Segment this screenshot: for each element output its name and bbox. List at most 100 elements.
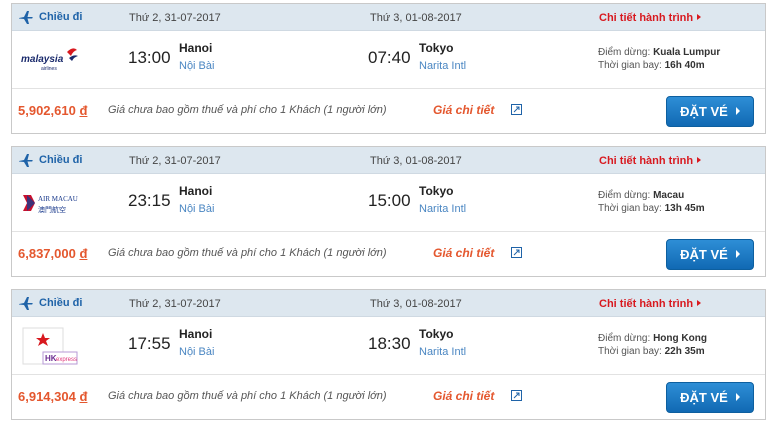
direction-label: Chiều đi (39, 154, 83, 166)
caret-right-icon (697, 300, 702, 306)
direction-label: Chiều đi (39, 297, 83, 309)
arrive-time: 07:40 (368, 48, 411, 67)
itinerary-detail-label: Chi tiết hành trình (599, 12, 694, 24)
duration-info: Thời gian bay: 16h 40m (598, 60, 705, 71)
flight-result-card: Chiều đi Thứ 2, 31-07-2017 Thứ 3, 01-08-… (11, 146, 766, 277)
price-note: Giá chưa bao gồm thuế và phí cho 1 Khách… (108, 390, 387, 402)
currency: đ (79, 389, 88, 404)
depart-airport: Nội Bài (179, 203, 215, 215)
card-header: Chiều đi Thứ 2, 31-07-2017 Thứ 3, 01-08-… (12, 290, 765, 317)
currency: đ (79, 103, 88, 118)
itinerary-detail-label: Chi tiết hành trình (599, 298, 694, 310)
external-link-icon[interactable] (511, 104, 522, 115)
depart-date: Thứ 2, 31-07-2017 (129, 155, 221, 167)
duration-value: 13h 45m (664, 203, 705, 214)
price-detail-link[interactable]: Giá chi tiết (433, 103, 494, 117)
arrive-airport: Narita Intl (419, 203, 467, 215)
depart-city: Hanoi (179, 327, 213, 341)
arrive-date: Thứ 3, 01-08-2017 (370, 155, 462, 167)
price-row: 6,914,304 đ Giá chưa bao gồm thuế và phí… (12, 375, 765, 418)
book-button-label: ĐẶT VÉ (680, 390, 728, 405)
duration-label: Thời gian bay: (598, 60, 662, 71)
flight-info: AIR MACAU 澳門航空 23:15 Hanoi Nội Bài 15:00… (12, 174, 765, 232)
air-macau-logo: AIR MACAU 澳門航空 (23, 195, 78, 214)
itinerary-detail-link[interactable]: Chi tiết hành trình (599, 155, 702, 167)
depart-time: 17:55 (128, 334, 171, 353)
duration-info: Thời gian bay: 22h 35m (598, 346, 705, 357)
book-button[interactable]: ĐẶT VÉ (666, 96, 754, 127)
depart-time: 13:00 (128, 48, 171, 67)
stopover-info: Điểm dừng: Kuala Lumpur (598, 47, 720, 58)
logo-text: HK (45, 354, 57, 363)
depart-airport: Nội Bài (179, 60, 215, 72)
logo-text: malaysia (21, 54, 64, 65)
price-amount: 5,902,610 (18, 103, 76, 118)
price-amount: 6,914,304 (18, 389, 76, 404)
direction-label: Chiều đi (39, 11, 83, 23)
arrive-airport: Narita Intl (419, 346, 467, 358)
price-row: 6,837,000 đ Giá chưa bao gồm thuế và phí… (12, 232, 765, 275)
price: 6,914,304 đ (18, 389, 87, 404)
stopover-value: Kuala Lumpur (653, 47, 721, 58)
book-button[interactable]: ĐẶT VÉ (666, 382, 754, 413)
caret-right-icon (735, 107, 740, 115)
arrive-airport: Narita Intl (419, 60, 467, 72)
plane-icon (19, 11, 33, 24)
itinerary-detail-link[interactable]: Chi tiết hành trình (599, 298, 702, 310)
arrive-city: Tokyo (419, 327, 454, 341)
stopover-label: Điểm dừng: (598, 47, 651, 58)
duration-value: 16h 40m (664, 60, 705, 71)
arrive-time: 18:30 (368, 334, 411, 353)
depart-city: Hanoi (179, 41, 213, 55)
external-link-icon[interactable] (511, 247, 522, 258)
depart-date: Thứ 2, 31-07-2017 (129, 298, 221, 310)
stopover-label: Điểm dừng: (598, 190, 651, 201)
stopover-value: Macau (653, 190, 685, 201)
caret-right-icon (735, 250, 740, 258)
caret-right-icon (697, 14, 702, 20)
plane-icon (19, 154, 33, 167)
price-detail-link[interactable]: Giá chi tiết (433, 389, 494, 403)
logo-subtext: express (56, 357, 77, 363)
flight-result-card: Chiều đi Thứ 2, 31-07-2017 Thứ 3, 01-08-… (11, 3, 766, 134)
flight-result-card: Chiều đi Thứ 2, 31-07-2017 Thứ 3, 01-08-… (11, 289, 766, 420)
arrive-city: Tokyo (419, 41, 454, 55)
depart-city: Hanoi (179, 184, 213, 198)
logo-subtext: 澳門航空 (38, 205, 66, 214)
book-button[interactable]: ĐẶT VÉ (666, 239, 754, 270)
malaysia-airlines-logo: malaysia airlines (21, 48, 78, 72)
duration-label: Thời gian bay: (598, 203, 662, 214)
stopover-label: Điểm dừng: (598, 333, 651, 344)
stopover-info: Điểm dừng: Hong Kong (598, 333, 707, 344)
price-note: Giá chưa bao gồm thuế và phí cho 1 Khách… (108, 247, 387, 259)
arrive-date: Thứ 3, 01-08-2017 (370, 298, 462, 310)
book-button-label: ĐẶT VÉ (680, 104, 728, 119)
hk-express-logo: ​ HK express (22, 327, 78, 365)
depart-date: Thứ 2, 31-07-2017 (129, 12, 221, 24)
price-note: Giá chưa bao gồm thuế và phí cho 1 Khách… (108, 104, 387, 116)
caret-right-icon (735, 393, 740, 401)
stopover-value: Hong Kong (653, 333, 707, 344)
card-header: Chiều đi Thứ 2, 31-07-2017 Thứ 3, 01-08-… (12, 147, 765, 174)
price-detail-link[interactable]: Giá chi tiết (433, 246, 494, 260)
duration-value: 22h 35m (664, 346, 705, 357)
depart-time: 23:15 (128, 191, 171, 210)
price: 5,902,610 đ (18, 103, 87, 118)
logo-subtext: airlines (41, 66, 57, 72)
price-row: 5,902,610 đ Giá chưa bao gồm thuế và phí… (12, 89, 765, 132)
caret-right-icon (697, 157, 702, 163)
flight-info: malaysia airlines 13:00 Hanoi Nội Bài 07… (12, 31, 765, 89)
itinerary-detail-link[interactable]: Chi tiết hành trình (599, 12, 702, 24)
external-link-icon[interactable] (511, 390, 522, 401)
card-header: Chiều đi Thứ 2, 31-07-2017 Thứ 3, 01-08-… (12, 4, 765, 31)
duration-label: Thời gian bay: (598, 346, 662, 357)
price-amount: 6,837,000 (18, 246, 76, 261)
logo-text: AIR MACAU (38, 195, 78, 203)
arrive-city: Tokyo (419, 184, 454, 198)
plane-icon (19, 297, 33, 310)
arrive-date: Thứ 3, 01-08-2017 (370, 12, 462, 24)
stopover-info: Điểm dừng: Macau (598, 190, 684, 201)
depart-airport: Nội Bài (179, 346, 215, 358)
price: 6,837,000 đ (18, 246, 87, 261)
book-button-label: ĐẶT VÉ (680, 247, 728, 262)
